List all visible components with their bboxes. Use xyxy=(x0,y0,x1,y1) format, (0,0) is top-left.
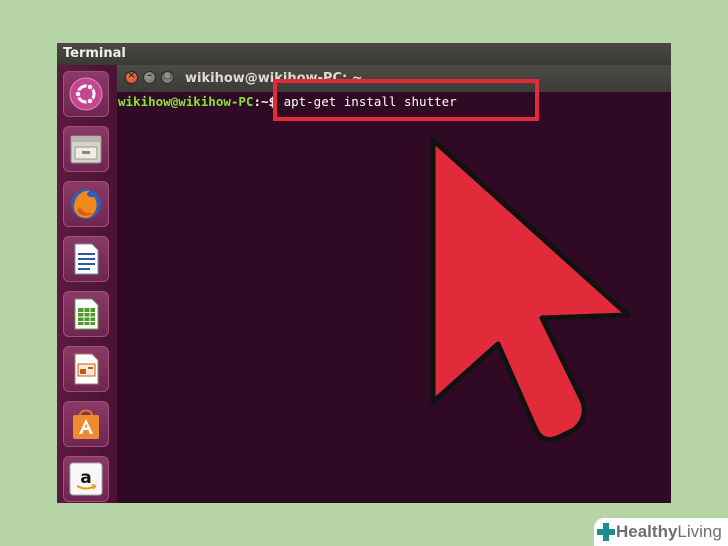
pointer-arrow-icon xyxy=(430,137,631,443)
watermark-text: HealthyLiving xyxy=(616,522,722,542)
watermark-brand: Healthy xyxy=(616,522,678,541)
watermark-badge: HealthyLiving xyxy=(594,518,728,546)
watermark-brand-light: Living xyxy=(677,522,722,541)
health-cross-icon xyxy=(597,523,615,541)
